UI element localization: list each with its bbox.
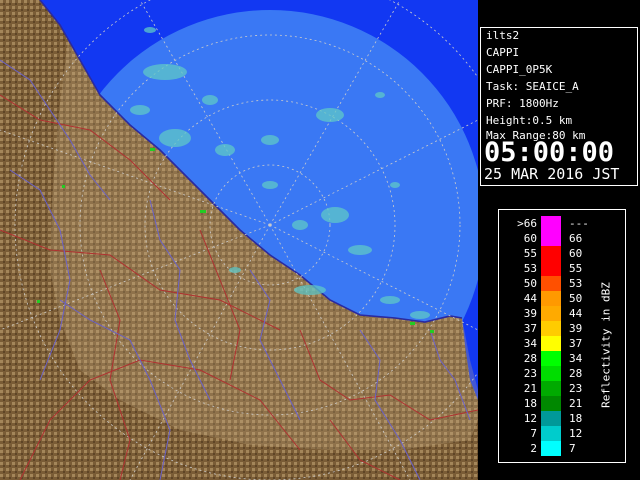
legend-high-label: 23 xyxy=(569,382,583,395)
legend-swatch xyxy=(541,276,561,291)
legend-swatch xyxy=(541,306,561,321)
legend-swatch xyxy=(541,336,561,351)
legend-high-label: 39 xyxy=(569,322,583,335)
legend-high-label: 12 xyxy=(569,427,583,440)
legend-high-label: 7 xyxy=(569,442,576,455)
legend-low-label: 44 xyxy=(523,292,537,305)
legend-low-label: 53 xyxy=(523,262,537,275)
legend-swatch xyxy=(541,246,561,261)
legend-swatch xyxy=(541,381,561,396)
legend-unit: Reflectivity in dBZ xyxy=(596,270,616,420)
observation-date: 25 MAR 2016 JST xyxy=(484,165,620,183)
legend-swatch xyxy=(541,216,561,231)
legend-low-label: 7 xyxy=(530,427,537,440)
height-label: Height:0.5 km xyxy=(486,114,573,127)
legend-low-label: 18 xyxy=(523,397,537,410)
legend-high-label: 18 xyxy=(569,412,583,425)
legend-swatch xyxy=(541,396,561,411)
radar-name: ilts2 xyxy=(486,29,520,42)
legend-low-label: 34 xyxy=(523,337,537,350)
legend-low-label: 37 xyxy=(523,322,537,335)
legend-swatch xyxy=(541,411,561,426)
legend-high-label: 53 xyxy=(569,277,583,290)
radar-map xyxy=(0,0,478,480)
legend-high-label: 50 xyxy=(569,292,583,305)
legend-low-label: 50 xyxy=(523,277,537,290)
legend-high-label: 60 xyxy=(569,247,583,260)
legend-low-label: 23 xyxy=(523,367,537,380)
task-label: Task: SEAICE_A xyxy=(486,80,579,93)
radar-display: ilts2 CAPPI CAPPI_0P5K Task: SEAICE_A PR… xyxy=(0,0,640,480)
legend-high-label: 37 xyxy=(569,337,583,350)
color-legend: >66 --- 60 66 55 60 53 55 50 53 44 50 39 44 37 39 34 37 28… xyxy=(498,209,626,463)
legend-swatch xyxy=(541,366,561,381)
legend-high-label: 44 xyxy=(569,307,583,320)
legend-swatch xyxy=(541,291,561,306)
legend-high-label: 66 xyxy=(569,232,583,245)
info-panel: ilts2 CAPPI CAPPI_0P5K Task: SEAICE_A PR… xyxy=(480,27,638,186)
legend-low-label: 2 xyxy=(530,442,537,455)
legend-swatch xyxy=(541,441,561,456)
legend-swatch xyxy=(541,321,561,336)
legend-swatch xyxy=(541,426,561,441)
legend-unit-label: Reflectivity in dBZ xyxy=(599,282,613,408)
legend-high-label: 55 xyxy=(569,262,583,275)
observation-time: 05:00:00 xyxy=(484,137,615,168)
prf-label: PRF: 1800Hz xyxy=(486,97,559,110)
legend-low-label: 39 xyxy=(523,307,537,320)
legend-swatch xyxy=(541,261,561,276)
legend-high-label: 34 xyxy=(569,352,583,365)
legend-low-label: 21 xyxy=(523,382,537,395)
legend-low-label: 28 xyxy=(523,352,537,365)
legend-swatch xyxy=(541,351,561,366)
legend-high-label: 21 xyxy=(569,397,583,410)
product-id: CAPPI_0P5K xyxy=(486,63,553,76)
legend-low-label: 60 xyxy=(523,232,537,245)
legend-low-label: >66 xyxy=(517,217,537,230)
legend-low-label: 55 xyxy=(523,247,537,260)
legend-low-label: 12 xyxy=(523,412,537,425)
legend-high-label: --- xyxy=(569,217,589,230)
legend-swatch xyxy=(541,231,561,246)
legend-high-label: 28 xyxy=(569,367,583,380)
product-name: CAPPI xyxy=(486,46,520,59)
